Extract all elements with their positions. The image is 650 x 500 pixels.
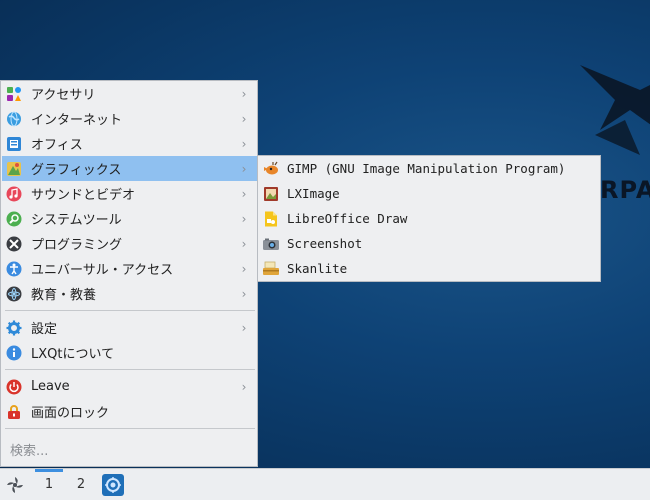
lock-icon bbox=[6, 404, 22, 420]
menu-item-label: オフィス bbox=[31, 138, 83, 153]
search-input[interactable] bbox=[2, 437, 257, 465]
menu-item-label: インターネット bbox=[31, 113, 123, 128]
menu-item-label: アクセサリ bbox=[31, 88, 96, 103]
libreoffice-draw-icon bbox=[262, 211, 280, 227]
info-icon bbox=[6, 345, 22, 361]
graphics-submenu: GIMP (GNU Image Manipulation Program) LX… bbox=[257, 155, 601, 282]
submenu-item-gimp[interactable]: GIMP (GNU Image Manipulation Program) bbox=[259, 156, 600, 181]
accessories-icon bbox=[6, 86, 22, 102]
universal-access-icon bbox=[6, 261, 22, 277]
menu-separator bbox=[5, 428, 255, 429]
submenu-item-label: Skanlite bbox=[287, 261, 348, 276]
image-viewer-icon bbox=[262, 186, 280, 202]
application-menu: アクセサリ › インターネット › オフィス › グラフィックス › サウンドと… bbox=[0, 80, 258, 467]
graphics-icon bbox=[6, 161, 22, 177]
chevron-right-icon: › bbox=[241, 161, 247, 176]
chevron-right-icon: › bbox=[241, 111, 247, 126]
menu-item-office[interactable]: オフィス › bbox=[2, 131, 257, 156]
programming-icon bbox=[6, 236, 22, 252]
wallpaper-logo bbox=[580, 65, 650, 155]
chevron-right-icon: › bbox=[241, 261, 247, 276]
menu-item-label: LXQtについて bbox=[31, 347, 115, 362]
submenu-item-skanlite[interactable]: Skanlite bbox=[259, 256, 600, 281]
desktop-switch-1[interactable]: 1 bbox=[35, 469, 63, 500]
system-tools-icon bbox=[6, 211, 22, 227]
menu-item-universal-access[interactable]: ユニバーサル・アクセス › bbox=[2, 256, 257, 281]
menu-item-label: 画面のロック bbox=[31, 406, 110, 421]
menu-item-settings[interactable]: 設定 › bbox=[2, 315, 257, 340]
chevron-right-icon: › bbox=[241, 186, 247, 201]
submenu-item-label: LibreOffice Draw bbox=[287, 211, 408, 226]
menu-item-lock-screen[interactable]: 画面のロック bbox=[2, 399, 257, 424]
power-icon bbox=[6, 379, 22, 395]
menu-item-accessories[interactable]: アクセサリ › bbox=[2, 81, 257, 106]
education-icon bbox=[6, 286, 22, 302]
app-launcher-icon[interactable] bbox=[102, 474, 124, 496]
chevron-right-icon: › bbox=[241, 236, 247, 251]
menu-separator bbox=[5, 310, 255, 311]
submenu-item-label: Screenshot bbox=[287, 236, 363, 251]
menu-item-label: サウンドとビデオ bbox=[31, 188, 136, 203]
taskbar: 1 2 bbox=[0, 468, 650, 500]
chevron-right-icon: › bbox=[241, 379, 247, 394]
submenu-item-screenshot[interactable]: Screenshot bbox=[259, 231, 600, 256]
start-menu-button[interactable] bbox=[5, 475, 25, 495]
menu-item-label: プログラミング bbox=[31, 238, 123, 253]
menu-item-about[interactable]: LXQtについて bbox=[2, 340, 257, 365]
menu-item-leave[interactable]: Leave › bbox=[2, 374, 257, 399]
camera-icon bbox=[262, 236, 280, 252]
menu-item-label: 教育・教養 bbox=[31, 288, 97, 303]
menu-item-label: グラフィックス bbox=[31, 163, 122, 178]
submenu-item-libreoffice-draw[interactable]: LibreOffice Draw bbox=[259, 206, 600, 231]
gimp-icon bbox=[262, 161, 280, 177]
wallpaper-text: RPAR bbox=[600, 176, 650, 204]
gear-icon bbox=[6, 320, 22, 336]
office-icon bbox=[6, 136, 22, 152]
menu-item-education[interactable]: 教育・教養 › bbox=[2, 281, 257, 306]
menu-item-graphics[interactable]: グラフィックス › bbox=[2, 156, 257, 181]
menu-item-internet[interactable]: インターネット › bbox=[2, 106, 257, 131]
menu-item-label: システムツール bbox=[31, 213, 122, 228]
internet-icon bbox=[6, 111, 22, 127]
menu-item-sound-video[interactable]: サウンドとビデオ › bbox=[2, 181, 257, 206]
submenu-item-label: GIMP (GNU Image Manipulation Program) bbox=[287, 161, 566, 176]
submenu-item-lximage[interactable]: LXImage bbox=[259, 181, 600, 206]
chevron-right-icon: › bbox=[241, 320, 247, 335]
sound-video-icon bbox=[6, 186, 22, 202]
desktop-switch-2[interactable]: 2 bbox=[67, 469, 95, 500]
menu-item-label: Leave bbox=[31, 379, 70, 394]
chevron-right-icon: › bbox=[241, 86, 247, 101]
submenu-item-label: LXImage bbox=[287, 186, 340, 201]
menu-separator bbox=[5, 369, 255, 370]
menu-item-system-tools[interactable]: システムツール › bbox=[2, 206, 257, 231]
menu-item-label: ユニバーサル・アクセス bbox=[31, 263, 174, 278]
menu-item-label: 設定 bbox=[31, 322, 58, 337]
chevron-right-icon: › bbox=[241, 136, 247, 151]
chevron-right-icon: › bbox=[241, 211, 247, 226]
scanner-icon bbox=[262, 261, 280, 277]
menu-item-programming[interactable]: プログラミング › bbox=[2, 231, 257, 256]
chevron-right-icon: › bbox=[241, 286, 247, 301]
